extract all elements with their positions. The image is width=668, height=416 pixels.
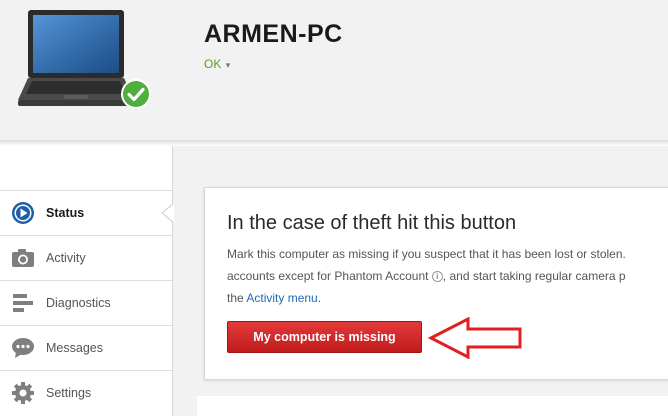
chevron-down-icon: ▾ xyxy=(225,60,231,70)
sidebar-item-label: Settings xyxy=(46,386,92,400)
sidebar-nav: Status Activity Diagnostics Messages Set… xyxy=(0,190,174,415)
speech-bubble-icon xyxy=(10,335,36,361)
sidebar-item-label: Messages xyxy=(46,341,103,355)
laptop-icon xyxy=(18,10,134,106)
activity-menu-link[interactable]: Activity menu xyxy=(246,291,317,305)
description-line-3: the Activity menu. xyxy=(227,287,668,309)
device-header: ARMEN-PC OK ▾ xyxy=(0,0,668,140)
checkmark-icon xyxy=(121,79,151,109)
play-icon xyxy=(10,200,36,226)
device-name: ARMEN-PC xyxy=(204,20,343,48)
secondary-card xyxy=(197,396,668,416)
description-line-2-start: accounts except for Phantom Account xyxy=(227,269,429,283)
description-line-3-start: the xyxy=(227,291,244,305)
mark-missing-button[interactable]: My computer is missing xyxy=(227,321,422,353)
sidebar-item-label: Diagnostics xyxy=(46,296,111,310)
sidebar-item-settings[interactable]: Settings xyxy=(0,370,172,415)
sidebar: Status Activity Diagnostics Messages Set… xyxy=(0,146,174,416)
device-status-dropdown[interactable]: OK ▾ xyxy=(204,57,230,71)
sidebar-item-messages[interactable]: Messages xyxy=(0,325,172,370)
sidebar-item-diagnostics[interactable]: Diagnostics xyxy=(0,280,172,325)
card-title: In the case of theft hit this button xyxy=(227,212,517,234)
info-icon[interactable]: i xyxy=(431,271,443,282)
camera-icon xyxy=(10,245,36,271)
description-line-2-end: , and start taking regular camera p xyxy=(442,269,626,283)
sidebar-item-status[interactable]: Status xyxy=(0,190,174,235)
gear-icon xyxy=(10,380,36,406)
description-line-2: accounts except for Phantom Account i, a… xyxy=(227,265,668,287)
bars-icon xyxy=(10,290,36,316)
red-arrow-icon xyxy=(428,317,522,359)
sidebar-item-activity[interactable]: Activity xyxy=(0,235,172,280)
description-line-3-end: . xyxy=(317,291,322,305)
device-status-label: OK xyxy=(204,57,222,71)
sidebar-item-label: Activity xyxy=(46,251,86,265)
sidebar-item-label: Status xyxy=(46,206,85,220)
description-line-1: Mark this computer as missing if you sus… xyxy=(227,247,626,261)
card-description: Mark this computer as missing if you sus… xyxy=(227,243,668,309)
